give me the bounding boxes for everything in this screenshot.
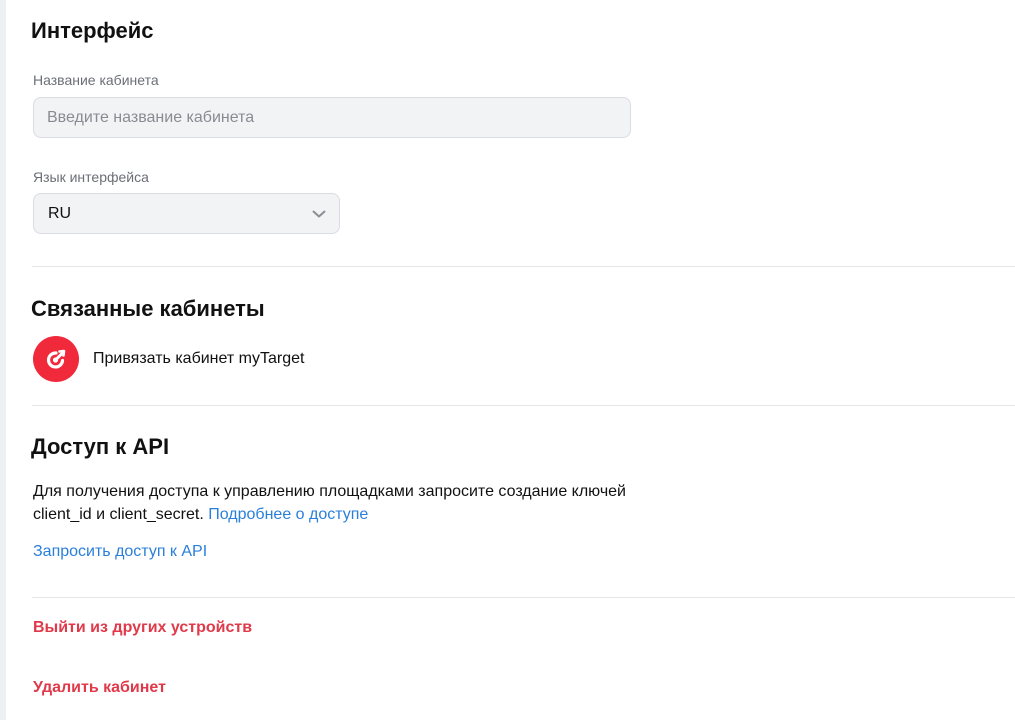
section-divider — [32, 597, 1015, 598]
logout-other-devices-button[interactable]: Выйти из других устройств — [33, 619, 252, 637]
link-mytarget-button[interactable]: Привязать кабинет myTarget — [33, 336, 304, 382]
link-mytarget-label: Привязать кабинет myTarget — [93, 350, 305, 367]
interface-section-title: Интерфейс — [31, 18, 154, 43]
section-divider — [32, 405, 1015, 406]
api-access-title: Доступ к API — [31, 434, 170, 459]
cabinet-name-input[interactable] — [33, 97, 631, 138]
delete-cabinet-button[interactable]: Удалить кабинет — [33, 679, 166, 697]
linked-cabinets-title: Связанные кабинеты — [31, 296, 265, 321]
chevron-down-icon — [311, 206, 327, 222]
language-select-value: RU — [48, 204, 72, 222]
section-divider — [32, 266, 1015, 267]
api-description: Для получения доступа к управлению площа… — [33, 480, 633, 526]
left-sidebar-edge — [0, 0, 6, 720]
mytarget-logo-icon — [33, 336, 79, 382]
request-api-access-link[interactable]: Запросить доступ к API — [33, 543, 207, 561]
cabinet-name-label: Название кабинета — [33, 72, 159, 88]
api-more-link[interactable]: Подробнее о доступе — [208, 506, 368, 523]
language-select[interactable]: RU — [33, 193, 340, 234]
language-label: Язык интерфейса — [33, 169, 149, 185]
